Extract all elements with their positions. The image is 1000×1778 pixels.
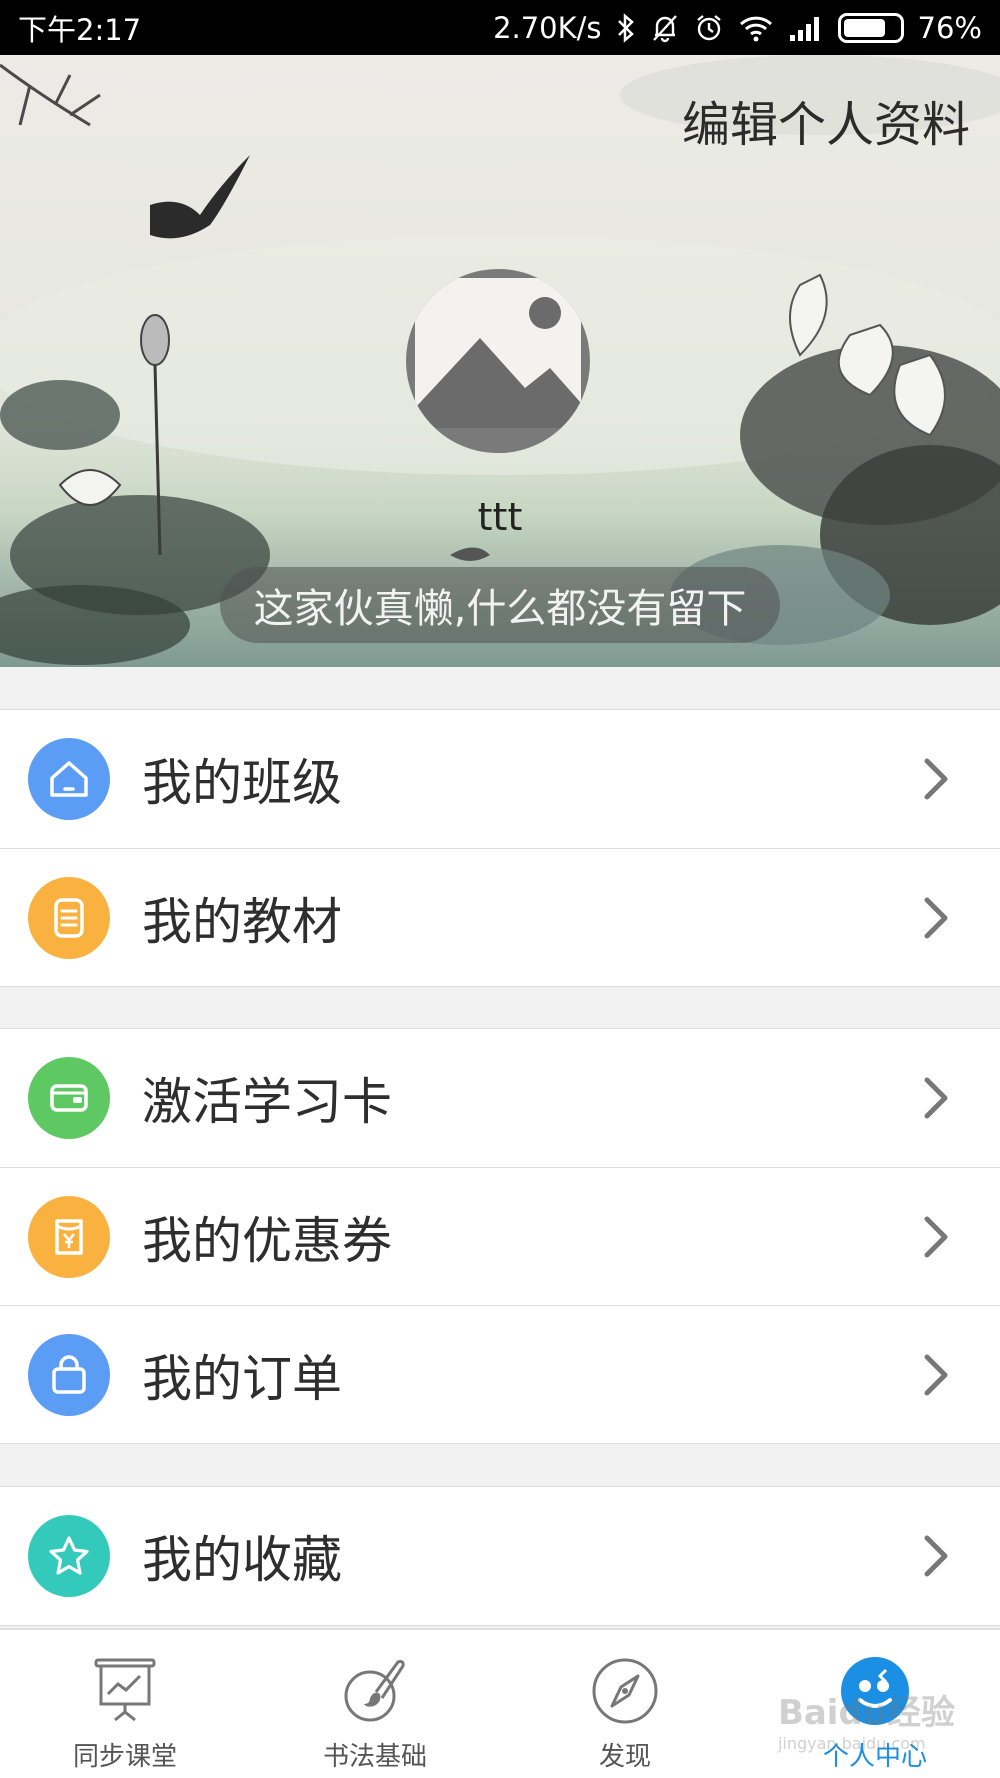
menu-item-my-orders[interactable]: 我的订单 [0, 1305, 1000, 1443]
star-icon [28, 1515, 110, 1597]
username: ttt [477, 495, 523, 539]
tab-discover[interactable]: 发现 [500, 1630, 750, 1778]
menu-label: 我的班级 [142, 754, 342, 812]
bottom-tab-bar: 同步课堂 书法基础 发现 个人中心 Baidu经验 jingyan.baidu.… [0, 1628, 1000, 1778]
menu-item-my-favorites[interactable]: 我的收藏 [0, 1487, 1000, 1625]
image-placeholder-icon [406, 269, 590, 453]
network-speed: 2.70K/s [493, 10, 602, 45]
coupon-icon [28, 1195, 110, 1278]
menu-label: 我的订单 [142, 1349, 342, 1408]
chevron-right-icon [924, 1216, 948, 1257]
edit-profile-button[interactable]: 编辑个人资料 [682, 85, 970, 155]
tab-label: 发现 [598, 1742, 651, 1772]
watermark-logo: Baidu经验 jingyan.baidu.com [778, 1685, 955, 1753]
alarm-icon [694, 13, 724, 43]
chevron-right-icon [924, 758, 948, 800]
menu-group-favorites: 我的收藏 [0, 1486, 1000, 1626]
bluetooth-icon [616, 12, 636, 43]
status-time: 下午2:17 [18, 12, 142, 47]
menu-item-my-coupons[interactable]: 我的优惠券 [0, 1167, 1000, 1305]
house-icon [28, 738, 110, 820]
signature-badge: 这家伙真懒,什么都没有留下 [220, 567, 780, 643]
avatar[interactable] [405, 268, 591, 454]
book-icon [28, 876, 110, 959]
menu-item-my-textbook[interactable]: 我的教材 [0, 848, 1000, 986]
chevron-right-icon [924, 1354, 948, 1395]
profile-header: 编辑个人资料 ttt 这家伙真懒,什么都没有留下 [0, 55, 1000, 667]
menu-item-my-class[interactable]: 我的班级 [0, 710, 1000, 848]
bag-icon [28, 1333, 110, 1416]
chevron-right-icon [924, 897, 948, 938]
whiteboard-icon [94, 1658, 156, 1722]
battery-icon [837, 12, 904, 43]
watermark-brand: Baidu经验 [777, 1693, 955, 1733]
menu-label: 我的优惠券 [142, 1211, 392, 1270]
brush-icon [344, 1660, 405, 1722]
compass-icon [592, 1658, 658, 1724]
battery-percent: 76% [917, 10, 982, 45]
chevron-right-icon [924, 1077, 948, 1119]
menu-group-classes: 我的班级 我的教材 [0, 709, 1000, 987]
watermark-url: jingyan.baidu.com [777, 1734, 926, 1753]
tab-calligraphy-basics[interactable]: 书法基础 [250, 1630, 500, 1778]
menu-group-account: 激活学习卡 我的优惠券 我的订单 [0, 1028, 1000, 1444]
tab-label: 同步课堂 [72, 1742, 177, 1772]
signal-icon [788, 13, 824, 43]
menu-label: 我的收藏 [142, 1531, 342, 1589]
mute-icon [650, 13, 680, 43]
tab-label: 书法基础 [322, 1742, 427, 1772]
wifi-icon [738, 13, 774, 43]
menu-label: 我的教材 [142, 892, 342, 951]
menu-item-activate-card[interactable]: 激活学习卡 [0, 1029, 1000, 1167]
menu-label: 激活学习卡 [142, 1073, 392, 1131]
tab-sync-class[interactable]: 同步课堂 [0, 1630, 250, 1778]
card-icon [28, 1057, 110, 1139]
status-bar: 下午2:17 2.70K/s 76% [0, 0, 1000, 55]
chevron-right-icon [924, 1535, 948, 1577]
